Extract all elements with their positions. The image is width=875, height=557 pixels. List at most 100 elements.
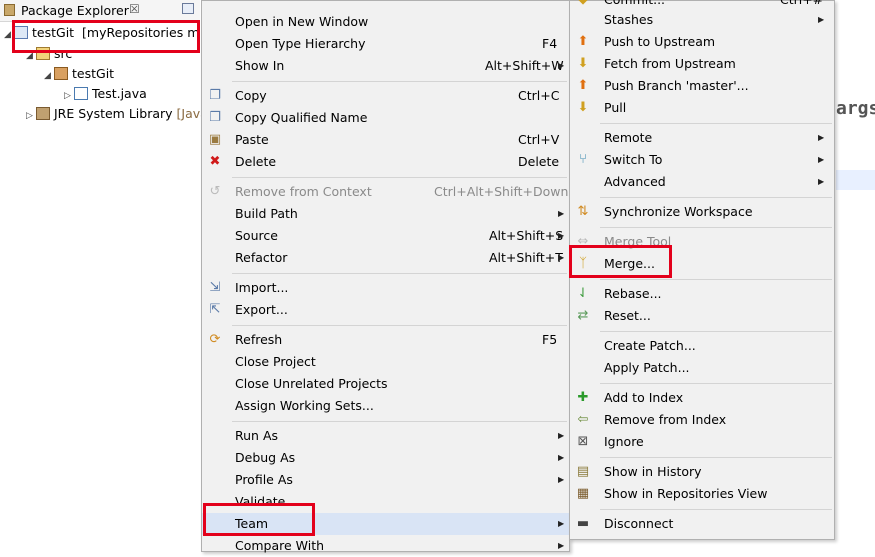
- pull-icon: ⬇: [577, 100, 589, 115]
- menu-item-show-in-repositories-view[interactable]: ▦ Show in Repositories View: [570, 483, 834, 505]
- menu-item-close-project[interactable]: Close Project: [202, 351, 569, 373]
- menu-item-switch-to[interactable]: ⑂ Switch To ▶: [570, 149, 834, 171]
- menu-item-export[interactable]: ⇱ Export...: [202, 299, 569, 321]
- menu-item-ignore[interactable]: ⊠ Ignore: [570, 431, 834, 453]
- switch-branch-icon: ⑂: [579, 152, 587, 167]
- chevron-down-icon[interactable]: ◢: [44, 66, 54, 86]
- git-repository-icon: ▦: [576, 486, 590, 501]
- commit-icon: ◆: [576, 0, 590, 7]
- menu-item-push-to-upstream[interactable]: ⬆ Push to Upstream: [570, 31, 834, 53]
- menu-item-close-unrelated-projects[interactable]: Close Unrelated Projects: [202, 373, 569, 395]
- refresh-icon: ⟳: [209, 332, 221, 347]
- synchronize-icon: ⇅: [577, 204, 589, 219]
- menu-item-import[interactable]: ⇲ Import...: [202, 277, 569, 299]
- menu-item-remote[interactable]: Remote ▶: [570, 127, 834, 149]
- menu-item-apply-patch[interactable]: Apply Patch...: [570, 357, 834, 379]
- export-icon: ⇱: [209, 302, 221, 317]
- submenu-arrow-icon: ▶: [558, 431, 565, 440]
- import-icon: ⇲: [209, 280, 221, 295]
- submenu-arrow-icon: ▶: [558, 231, 565, 240]
- submenu-arrow-icon: ▶: [818, 133, 825, 142]
- menu-item-build-path[interactable]: Build Path ▶: [202, 203, 569, 225]
- menu-item-stashes[interactable]: Stashes ▶: [570, 9, 834, 31]
- minimize-icon[interactable]: [182, 3, 194, 14]
- submenu-arrow-icon: ▶: [558, 453, 565, 462]
- menu-item-disconnect[interactable]: ▬ Disconnect: [570, 513, 834, 535]
- submenu-arrow-icon: ▶: [558, 519, 565, 528]
- package-explorer: Package Explorer ☒ ◢ testGit [myRepositor…: [0, 0, 208, 550]
- push-branch-icon: ⬆: [577, 78, 589, 93]
- history-icon: ▤: [576, 464, 590, 479]
- chevron-right-icon[interactable]: ▷: [26, 106, 36, 126]
- rebase-icon: ⇃: [577, 286, 589, 301]
- submenu-arrow-icon: ▶: [558, 61, 565, 70]
- menu-item-remove-from-context: ↺ Remove from Context Ctrl+Alt+Shift+Down: [209, 184, 569, 199]
- java-file-icon: [74, 87, 88, 100]
- push-icon: ⬆: [577, 34, 589, 49]
- menu-item-advanced[interactable]: Advanced ▶: [570, 171, 834, 193]
- fetch-icon: ⬇: [577, 56, 589, 71]
- menu-item-open-type-hierarchy[interactable]: Open Type Hierarchy F4: [202, 33, 569, 55]
- menu-item-reset[interactable]: ⇄ Reset...: [570, 305, 834, 327]
- menu-item-show-in-history[interactable]: ▤ Show in History: [570, 461, 834, 483]
- copy-qualified-icon: ❐: [209, 110, 221, 125]
- menu-item-pull[interactable]: ⬇ Pull: [570, 97, 834, 119]
- package-explorer-header: Package Explorer ☒: [0, 0, 200, 22]
- highlight-box-merge: [569, 245, 672, 278]
- tree-item-library[interactable]: ▷ JRE System Library [Java: [26, 104, 208, 124]
- disconnect-icon: ▬: [576, 516, 590, 531]
- delete-icon: ✖: [209, 154, 221, 169]
- submenu-arrow-icon: ▶: [818, 155, 825, 164]
- menu-item-refactor[interactable]: Refactor Alt+Shift+T ▶: [202, 247, 569, 269]
- menu-item-add-to-index[interactable]: ✚ Add to Index: [570, 387, 834, 409]
- menu-item-delete[interactable]: ✖ Delete Delete: [202, 151, 569, 173]
- package-label: testGit: [72, 66, 115, 81]
- submenu-arrow-icon: ▶: [818, 177, 825, 186]
- tree-item-package[interactable]: ◢ testGit: [44, 64, 114, 84]
- chevron-right-icon[interactable]: ▷: [64, 86, 74, 106]
- library-label: JRE System Library: [54, 106, 173, 121]
- remove-context-icon: ↺: [209, 184, 221, 199]
- submenu-arrow-icon: ▶: [558, 475, 565, 484]
- reset-icon: ⇄: [577, 308, 589, 323]
- close-icon[interactable]: ☒: [129, 2, 140, 16]
- copy-icon: ❐: [209, 88, 221, 103]
- tree-item-java-file[interactable]: ▷ Test.java: [64, 84, 147, 104]
- menu-item-rebase[interactable]: ⇃ Rebase...: [570, 283, 834, 305]
- menu-item-paste[interactable]: ▣ Paste Ctrl+V: [202, 129, 569, 151]
- menu-item-refresh[interactable]: ⟳ Refresh F5: [202, 329, 569, 351]
- editor-text-fragment: args: [836, 98, 875, 119]
- package-explorer-title[interactable]: Package Explorer: [21, 3, 129, 18]
- package-icon: [54, 67, 68, 80]
- java-file-label: Test.java: [92, 86, 147, 101]
- submenu-arrow-icon: ▶: [558, 253, 565, 262]
- menu-item-run-as[interactable]: Run As ▶: [202, 425, 569, 447]
- submenu-arrow-icon: ▶: [558, 209, 565, 218]
- editor-current-line: [836, 170, 875, 190]
- menu-item-debug-as[interactable]: Debug As ▶: [202, 447, 569, 469]
- menu-item-remove-from-index[interactable]: ⇦ Remove from Index: [570, 409, 834, 431]
- menu-item-create-patch[interactable]: Create Patch...: [570, 335, 834, 357]
- menu-item-compare-with[interactable]: Compare With ▶: [202, 535, 569, 557]
- submenu-arrow-icon: ▶: [818, 15, 825, 24]
- context-menu: Open in New Window Open Type Hierarchy F4…: [201, 0, 570, 553]
- library-icon: [36, 107, 50, 120]
- menu-item-show-in[interactable]: Show In Alt+Shift+W ▶: [202, 55, 569, 77]
- menu-item-open-new-window[interactable]: Open in New Window: [202, 11, 569, 33]
- submenu-arrow-icon: ▶: [558, 541, 565, 550]
- ignore-icon: ⊠: [577, 434, 589, 449]
- menu-item-source[interactable]: Source Alt+Shift+S ▶: [202, 225, 569, 247]
- menu-item-synchronize-workspace[interactable]: ⇅ Synchronize Workspace: [570, 201, 834, 223]
- paste-icon: ▣: [208, 132, 222, 147]
- menu-item-profile-as[interactable]: Profile As ▶: [202, 469, 569, 491]
- menu-item-push-branch[interactable]: ⬆ Push Branch 'master'...: [570, 75, 834, 97]
- remove-index-icon: ⇦: [577, 412, 589, 427]
- package-explorer-icon: [4, 4, 15, 16]
- menu-item-assign-working-sets[interactable]: Assign Working Sets...: [202, 395, 569, 417]
- menu-item-copy-qualified-name[interactable]: ❐ Copy Qualified Name: [202, 107, 569, 129]
- menu-item-fetch-from-upstream[interactable]: ⬇ Fetch from Upstream: [570, 53, 834, 75]
- highlight-box-project: [12, 20, 200, 53]
- highlight-box-team: [203, 503, 315, 536]
- menu-item-copy[interactable]: ❐ Copy Ctrl+C: [202, 85, 569, 107]
- add-icon: ✚: [577, 390, 589, 405]
